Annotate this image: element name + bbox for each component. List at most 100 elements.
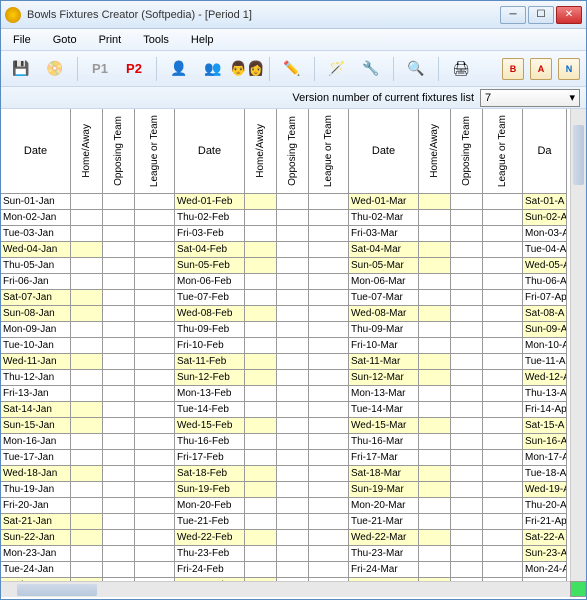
period2-button[interactable]: P2: [120, 55, 148, 83]
cell-league[interactable]: [483, 562, 523, 578]
cell-date[interactable]: Wed-11-Jan: [1, 354, 71, 370]
resize-corner[interactable]: [570, 581, 586, 597]
cell-opposing[interactable]: [277, 322, 309, 338]
cell-home-away[interactable]: [71, 482, 103, 498]
cell-date[interactable]: Fri-17-Mar: [349, 450, 419, 466]
cell-date[interactable]: Thu-20-A: [523, 498, 567, 514]
cell-date[interactable]: Fri-13-Jan: [1, 386, 71, 402]
cell-opposing[interactable]: [103, 386, 135, 402]
cell-date[interactable]: Wed-15-Feb: [175, 418, 245, 434]
cell-home-away[interactable]: [71, 322, 103, 338]
cell-home-away[interactable]: [245, 434, 277, 450]
cell-date[interactable]: Sun-22-Jan: [1, 530, 71, 546]
cell-date[interactable]: Wed-18-Jan: [1, 466, 71, 482]
disk-icon[interactable]: 📀: [41, 55, 69, 83]
cell-league[interactable]: [483, 258, 523, 274]
cell-opposing[interactable]: [451, 322, 483, 338]
cell-home-away[interactable]: [245, 306, 277, 322]
cell-opposing[interactable]: [451, 226, 483, 242]
cell-opposing[interactable]: [103, 322, 135, 338]
cell-league[interactable]: [309, 194, 349, 210]
cell-home-away[interactable]: [419, 434, 451, 450]
cell-league[interactable]: [309, 530, 349, 546]
cell-home-away[interactable]: [245, 210, 277, 226]
team-icon[interactable]: 👨‍👩: [233, 55, 261, 83]
cell-opposing[interactable]: [103, 370, 135, 386]
cell-home-away[interactable]: [71, 498, 103, 514]
cell-date[interactable]: Fri-24-Mar: [349, 562, 419, 578]
cell-date[interactable]: Mon-03-A: [523, 226, 567, 242]
cell-league[interactable]: [483, 338, 523, 354]
cell-date[interactable]: Mon-06-Mar: [349, 274, 419, 290]
cell-opposing[interactable]: [451, 386, 483, 402]
cell-opposing[interactable]: [451, 402, 483, 418]
cell-date[interactable]: Thu-16-Feb: [175, 434, 245, 450]
cell-opposing[interactable]: [451, 546, 483, 562]
cell-league[interactable]: [309, 386, 349, 402]
horizontal-scrollbar[interactable]: [1, 581, 570, 597]
cell-opposing[interactable]: [103, 306, 135, 322]
cell-league[interactable]: [483, 242, 523, 258]
cell-date[interactable]: Fri-03-Feb: [175, 226, 245, 242]
cell-league[interactable]: [135, 546, 175, 562]
cell-home-away[interactable]: [419, 242, 451, 258]
cell-home-away[interactable]: [419, 258, 451, 274]
cell-date[interactable]: Thu-12-Jan: [1, 370, 71, 386]
cell-opposing[interactable]: [103, 498, 135, 514]
cell-date[interactable]: Thu-23-Mar: [349, 546, 419, 562]
cell-opposing[interactable]: [103, 450, 135, 466]
cell-home-away[interactable]: [419, 514, 451, 530]
cell-date[interactable]: Wed-04-Jan: [1, 242, 71, 258]
cell-date[interactable]: Sat-21-Jan: [1, 514, 71, 530]
cell-league[interactable]: [135, 530, 175, 546]
cell-home-away[interactable]: [71, 386, 103, 402]
user-icon[interactable]: 👤: [165, 55, 193, 83]
cell-league[interactable]: [309, 450, 349, 466]
cell-home-away[interactable]: [419, 482, 451, 498]
cell-date[interactable]: Sat-18-Feb: [175, 466, 245, 482]
cell-opposing[interactable]: [103, 242, 135, 258]
cell-league[interactable]: [135, 194, 175, 210]
cell-home-away[interactable]: [419, 226, 451, 242]
cell-opposing[interactable]: [451, 258, 483, 274]
cell-home-away[interactable]: [245, 242, 277, 258]
cell-date[interactable]: Thu-19-Jan: [1, 482, 71, 498]
cell-opposing[interactable]: [103, 210, 135, 226]
cell-date[interactable]: Mon-17-A: [523, 450, 567, 466]
cell-league[interactable]: [135, 322, 175, 338]
cell-league[interactable]: [309, 210, 349, 226]
cell-home-away[interactable]: [245, 290, 277, 306]
menu-goto[interactable]: Goto: [49, 32, 81, 48]
cell-league[interactable]: [135, 514, 175, 530]
cell-league[interactable]: [483, 402, 523, 418]
cell-home-away[interactable]: [419, 370, 451, 386]
cell-home-away[interactable]: [71, 562, 103, 578]
cell-date[interactable]: Mon-13-Feb: [175, 386, 245, 402]
cell-date[interactable]: Mon-16-Jan: [1, 434, 71, 450]
cell-league[interactable]: [483, 514, 523, 530]
cell-date[interactable]: Sat-11-Mar: [349, 354, 419, 370]
cell-league[interactable]: [135, 290, 175, 306]
cell-opposing[interactable]: [103, 482, 135, 498]
cell-league[interactable]: [483, 226, 523, 242]
cell-opposing[interactable]: [277, 338, 309, 354]
version-select[interactable]: 7: [480, 89, 580, 107]
cell-league[interactable]: [483, 466, 523, 482]
cell-home-away[interactable]: [245, 514, 277, 530]
cell-opposing[interactable]: [451, 482, 483, 498]
cell-league[interactable]: [309, 226, 349, 242]
cell-league[interactable]: [135, 210, 175, 226]
cell-home-away[interactable]: [71, 306, 103, 322]
cell-opposing[interactable]: [451, 194, 483, 210]
vertical-scrollbar[interactable]: [570, 109, 586, 581]
cell-opposing[interactable]: [277, 306, 309, 322]
cell-opposing[interactable]: [277, 466, 309, 482]
cell-opposing[interactable]: [277, 450, 309, 466]
cell-league[interactable]: [483, 482, 523, 498]
cell-opposing[interactable]: [277, 498, 309, 514]
cell-league[interactable]: [309, 370, 349, 386]
cell-date[interactable]: Thu-23-Feb: [175, 546, 245, 562]
cell-opposing[interactable]: [277, 386, 309, 402]
cell-home-away[interactable]: [419, 498, 451, 514]
cell-opposing[interactable]: [277, 242, 309, 258]
